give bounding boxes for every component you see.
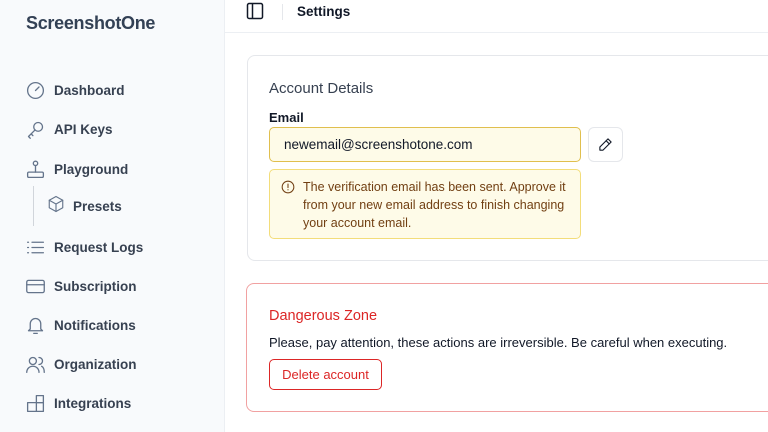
submenu-connector [33,186,34,226]
sidebar-item-label: API Keys [54,121,113,137]
sidebar-item-integrations[interactable]: Integrations [24,391,131,415]
sidebar-toggle-button[interactable] [245,1,267,23]
top-bar: Settings [225,0,768,33]
sidebar-item-presets[interactable]: Presets [47,194,122,218]
sidebar-item-label: Presets [73,198,122,214]
key-icon [24,118,46,140]
sidebar-item-notifications[interactable]: Notifications [24,313,136,337]
dangerous-zone-card: Dangerous Zone Please, pay attention, th… [246,283,768,412]
sidebar-item-label: Playground [54,161,129,177]
email-label: Email [269,110,304,125]
sidebar-item-organization[interactable]: Organization [24,352,137,376]
cube-icon [47,195,65,218]
account-details-title: Account Details [269,80,374,97]
alert-message: The verification email has been sent. Ap… [303,180,566,230]
sidebar-item-label: Organization [54,356,137,372]
list-icon [24,236,46,258]
credit-card-icon [24,275,46,297]
dangerous-zone-message: Please, pay attention, these actions are… [269,335,728,350]
users-icon [24,353,46,375]
sidebar-item-dashboard[interactable]: Dashboard [24,78,125,102]
joystick-icon [24,158,46,180]
sidebar-item-subscription[interactable]: Subscription [24,274,137,298]
dangerous-zone-title: Dangerous Zone [269,308,378,324]
gauge-icon [24,79,46,101]
brand-logo[interactable]: ScreenshotOne [26,13,155,34]
panel-left-icon [246,2,264,20]
app: ScreenshotOne Dashboard API Keys Playgro… [0,0,768,432]
sidebar-item-playground[interactable]: Playground [24,157,128,181]
sidebar-item-request-logs[interactable]: Request Logs [24,235,143,259]
sidebar-item-label: Integrations [54,395,132,411]
sidebar-item-label: Dashboard [54,82,125,98]
page-title: Settings [297,4,351,19]
email-field[interactable] [269,127,581,162]
account-details-card: Account Details Email The verification e… [247,55,768,261]
verification-alert: The verification email has been sent. Ap… [269,169,581,239]
sidebar-item-label: Request Logs [54,239,144,255]
header-divider [282,4,283,20]
pencil-icon [599,138,612,151]
sidebar-item-label: Notifications [54,317,136,333]
edit-email-button[interactable] [588,127,623,162]
puzzle-icon [24,392,46,414]
sidebar-item-label: Subscription [54,278,137,294]
alert-circle-icon [281,180,295,199]
sidebar-item-api-keys[interactable]: API Keys [24,117,113,141]
bell-icon [24,314,46,336]
delete-account-button[interactable]: Delete account [269,359,382,390]
sidebar: ScreenshotOne Dashboard API Keys Playgro… [0,0,225,432]
